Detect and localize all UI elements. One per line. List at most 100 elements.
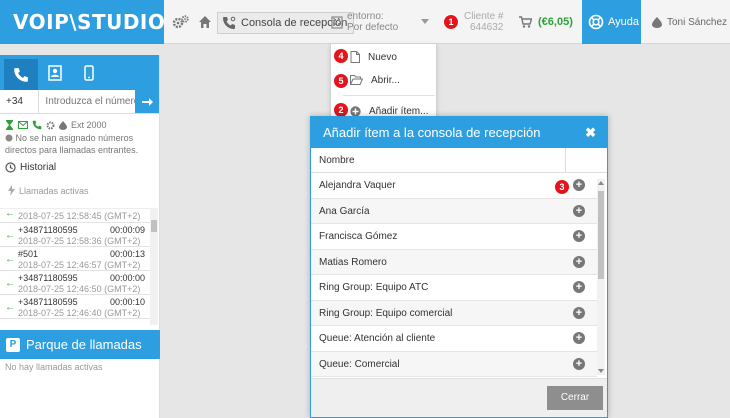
user-name: Toni Sánchez — [667, 16, 728, 28]
call-number: +34871180595 — [18, 273, 78, 283]
help-label: Ayuda — [608, 16, 639, 28]
item-name: Queue: Atención al cliente — [319, 333, 436, 344]
call-duration: 00:00:09 — [110, 225, 146, 235]
menu-item-label: Añadir ítem... — [369, 105, 429, 117]
building-icon — [327, 12, 347, 32]
add-plus-icon[interactable]: + — [573, 332, 585, 344]
help-button[interactable]: Ayuda — [582, 0, 641, 44]
country-prefix[interactable]: +34 — [0, 90, 40, 113]
call-item[interactable]: ← +34871180595 00:00:10 2018-07-25 12:46… — [0, 295, 158, 319]
user-menu[interactable]: Toni Sánchez — [652, 0, 727, 44]
item-name: Ana García — [319, 205, 370, 217]
call-time: 2018-07-25 12:46:40 (GMT+2) — [18, 308, 141, 318]
add-plus-icon[interactable]: + — [573, 306, 585, 319]
plus-circle-icon — [350, 105, 361, 117]
entorno-selector[interactable] — [327, 0, 347, 44]
historial-label: Historial — [20, 162, 57, 173]
call-item[interactable]: ← #501 00:00:13 2018-07-25 12:46:57 (GMT… — [0, 247, 158, 271]
item-name: Alejandra Vaquer — [319, 180, 396, 191]
incoming-arrow-icon: ← — [5, 278, 15, 289]
incoming-arrow-icon: ← — [5, 302, 15, 313]
panel-tabs — [0, 55, 159, 90]
call-number: +34871180595 — [18, 225, 78, 235]
column-header-nombre[interactable]: Nombre — [311, 148, 607, 173]
settings-button[interactable] — [171, 0, 191, 44]
dialog-footer: Cerrar — [311, 378, 607, 417]
arrow-right-icon — [141, 97, 153, 107]
extension-label: Ext 2000 — [71, 120, 107, 130]
parking-icon: P — [6, 337, 20, 352]
item-name: Ring Group: Equipo ATC — [319, 282, 429, 293]
home-button[interactable] — [195, 0, 215, 44]
entorno-label: entorno: — [347, 11, 384, 22]
menu-item-label: Abrir... — [371, 74, 400, 86]
tab-contacts[interactable] — [38, 55, 72, 90]
close-icon[interactable]: ✖ — [585, 117, 596, 148]
dialog-title: Añadir ítem a la consola de recepción — [323, 125, 541, 140]
tab-phone[interactable] — [4, 59, 38, 90]
calls-scrollbar-thumb[interactable] — [151, 220, 157, 232]
list-item: Queue: Comercial + — [311, 351, 597, 377]
scroll-up-icon[interactable] — [598, 181, 604, 185]
add-plus-icon[interactable]: + — [573, 357, 585, 370]
item-name: Ring Group: Equipo comercial — [319, 307, 453, 319]
cart-icon — [519, 16, 532, 28]
scroll-down-icon[interactable] — [598, 369, 604, 373]
active-calls-label: Llamadas activas — [19, 185, 89, 196]
call-duration: 00:00:10 — [110, 297, 146, 307]
no-parked-calls: No hay llamadas activas — [5, 362, 103, 372]
list-scrollbar-thumb[interactable] — [598, 191, 604, 279]
globe-icon — [5, 134, 13, 142]
call-button[interactable] — [135, 90, 159, 113]
add-plus-icon[interactable]: + — [573, 179, 585, 191]
contacts-book-icon — [48, 64, 62, 81]
add-plus-icon[interactable]: + — [573, 255, 585, 268]
gears-icon — [171, 12, 191, 32]
dial-input[interactable] — [39, 90, 136, 113]
phone-icon — [13, 67, 29, 83]
call-time: 2018-07-25 12:46:50 (GMT+2) — [18, 284, 141, 294]
no-numbers-text: No se han asignado números directos para… — [0, 130, 159, 156]
file-icon — [350, 51, 360, 63]
item-name: Francisca Gómez — [319, 231, 398, 242]
list-item: Queue: Atención al cliente + — [311, 326, 597, 352]
items-list: Alejandra Vaquer + Ana García + Francisc… — [311, 173, 597, 377]
add-plus-icon[interactable]: + — [573, 230, 585, 242]
lifebuoy-icon — [588, 14, 604, 30]
cliente-info: Cliente # 644632 — [464, 11, 503, 33]
dial-row: +34 — [0, 90, 159, 114]
phone-settings-icon — [222, 16, 236, 30]
entorno-value: Por defecto — [347, 22, 399, 33]
call-item[interactable]: ← 2018-07-25 12:58:45 (GMT+2) — [0, 209, 158, 223]
add-plus-icon[interactable]: + — [573, 204, 585, 217]
list-item: Matias Romero + — [311, 249, 597, 275]
mobile-icon — [84, 64, 94, 81]
entorno-info[interactable]: entorno: Por defecto — [347, 11, 398, 33]
active-calls-header: Llamadas activas — [0, 173, 159, 196]
phone-forward-icon — [32, 120, 42, 130]
list-item: Ring Group: Equipo ATC + — [311, 275, 597, 301]
badge-3: 3 — [555, 180, 569, 194]
cliente-number: 644632 — [470, 22, 504, 33]
status-drop-icon — [652, 16, 662, 28]
lightning-icon — [8, 185, 15, 196]
call-item[interactable]: ← +34871180595 00:00:09 2018-07-25 12:58… — [0, 223, 158, 247]
cerrar-button[interactable]: Cerrar — [547, 386, 603, 410]
historial-link[interactable]: Historial — [0, 156, 159, 173]
call-time: 2018-07-25 12:58:45 (GMT+2) — [18, 211, 141, 221]
badge-1: 1 — [444, 15, 458, 29]
incoming-arrow-icon: ← — [5, 254, 15, 265]
active-calls-list: ← 2018-07-25 12:58:45 (GMT+2) ← +3487118… — [0, 208, 158, 325]
list-scrollbar[interactable] — [597, 179, 605, 375]
call-duration: 00:00:13 — [110, 249, 146, 259]
home-icon — [195, 12, 215, 32]
call-number: +34871180595 — [18, 297, 78, 307]
incoming-arrow-icon: ← — [5, 230, 15, 241]
calls-scrollbar[interactable] — [150, 208, 158, 325]
call-item[interactable]: ← +34871180595 00:00:00 2018-07-25 12:46… — [0, 271, 158, 295]
tab-mobile[interactable] — [72, 55, 106, 90]
folder-open-icon — [350, 75, 363, 85]
add-plus-icon[interactable]: + — [573, 281, 585, 293]
credit-button[interactable]: (€6,05) — [519, 0, 573, 44]
cliente-label: Cliente # — [464, 11, 504, 22]
